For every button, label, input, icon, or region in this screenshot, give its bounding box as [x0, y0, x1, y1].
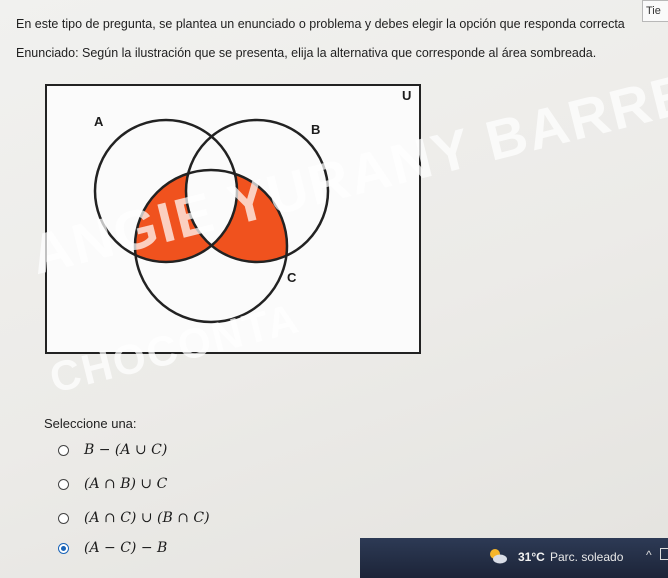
timer-label: Tie: [646, 5, 661, 17]
set-c-label: C: [287, 270, 297, 285]
answer-option-3[interactable]: (A ∩ C) ∪ (B ∩ C): [58, 508, 210, 528]
answer-option-text: (A ∩ C) ∪ (B ∩ C): [84, 510, 210, 526]
universe-label: U: [402, 88, 412, 103]
question-instructions: En este tipo de pregunta, se plantea un …: [16, 17, 625, 31]
answer-option-text: B − (A ∪ C): [84, 442, 168, 458]
system-taskbar: 31°C Parc. soleado ^: [360, 538, 668, 578]
set-b-label: B: [311, 122, 321, 137]
radio-button[interactable]: [58, 444, 69, 456]
chevron-up-icon[interactable]: ^: [646, 548, 652, 562]
radio-button[interactable]: [58, 512, 69, 524]
tray-icon[interactable]: [660, 548, 668, 560]
question-statement: Enunciado: Según la ilustración que se p…: [16, 46, 597, 60]
answer-option-text: (A ∩ B) ∪ C: [84, 476, 168, 492]
temperature-readout[interactable]: 31°C: [518, 550, 545, 564]
set-a-label: A: [94, 114, 104, 129]
radio-button[interactable]: [58, 478, 69, 490]
answer-option-2[interactable]: (A ∩ B) ∪ C: [58, 474, 167, 494]
answer-option-1[interactable]: B − (A ∪ C): [58, 440, 167, 460]
answer-option-text: (A − C) − B: [84, 540, 168, 556]
partly-sunny-icon[interactable]: [488, 548, 508, 564]
weather-description[interactable]: Parc. soleado: [550, 550, 623, 564]
answer-option-4[interactable]: (A − C) − B: [58, 538, 167, 558]
answer-prompt: Seleccione una:: [44, 416, 137, 431]
radio-button-selected[interactable]: [58, 542, 69, 554]
